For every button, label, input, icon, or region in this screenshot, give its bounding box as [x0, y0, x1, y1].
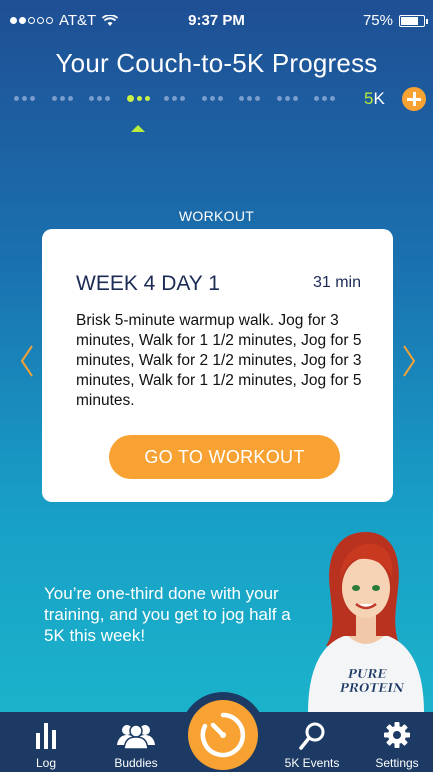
week-dots-3[interactable] [89, 96, 110, 101]
status-bar: AT&T 9:37 PM 75% [0, 0, 433, 40]
week-dots-2[interactable] [51, 96, 73, 101]
tab-label-settings: Settings [375, 756, 419, 770]
week-dots-6[interactable] [201, 96, 223, 101]
day-dot [276, 96, 282, 101]
day-dot [201, 96, 207, 101]
add-button[interactable] [402, 87, 426, 111]
day-dot [14, 96, 19, 101]
coach-avatar: PURE PROTEIN [308, 532, 424, 713]
current-week-marker-icon [131, 125, 145, 132]
tab-label-buddies: Buddies [114, 756, 158, 770]
timer-button-wrapper [180, 692, 266, 772]
day-dot [322, 96, 327, 101]
day-dot [180, 96, 185, 101]
day-dot [105, 96, 110, 101]
bar-chart-icon [36, 723, 56, 749]
day-dot [247, 96, 252, 101]
shirt-logo-line2: PROTEIN [339, 681, 405, 695]
page-title: Your Couch-to-5K Progress [55, 48, 378, 78]
day-dot [255, 96, 260, 101]
day-dot [22, 96, 27, 101]
battery-percent: 75% [362, 12, 393, 29]
day-dot [217, 96, 223, 101]
tab-buddies[interactable]: Buddies [104, 712, 168, 772]
week-dots-9[interactable] [314, 96, 335, 101]
progress-tracker[interactable]: 5K [14, 86, 426, 116]
day-dot [292, 96, 298, 101]
day-dot [67, 96, 73, 101]
tab-5k-events[interactable]: 5K Events [272, 712, 352, 772]
day-dot [284, 96, 290, 101]
day-dot [97, 96, 102, 101]
day-dot [239, 96, 244, 101]
buddies-icon [117, 724, 155, 749]
day-dot [30, 96, 35, 101]
gear-icon [384, 722, 410, 748]
goal-label: 5K [364, 89, 385, 109]
day-dot [144, 96, 150, 101]
motivation-message: You’re one-third done with your training… [44, 584, 291, 645]
day-dot [314, 96, 319, 101]
tab-label-log: Log [35, 756, 57, 770]
week-dots-5[interactable] [164, 96, 185, 101]
day-dot [51, 96, 57, 101]
goal-label-unit: K [373, 89, 385, 108]
day-dot [136, 96, 142, 101]
day-dot [172, 96, 177, 101]
day-dot [164, 96, 169, 101]
tab-log[interactable]: Log [18, 712, 74, 772]
previous-workout-chevron-icon[interactable] [20, 344, 34, 378]
workout-duration: 31 min [312, 274, 361, 291]
day-dot [330, 96, 335, 101]
week-dots-4[interactable] [126, 95, 150, 102]
go-to-workout-button[interactable]: GO TO WORKOUT [109, 435, 340, 479]
timer-icon [200, 712, 246, 758]
day-dot [126, 95, 134, 102]
workout-description: Brisk 5-minute warmup walk. Jog for 3 mi… [76, 312, 362, 409]
battery-icon [399, 14, 428, 27]
day-dot [59, 96, 65, 101]
start-timer-button[interactable] [188, 700, 258, 770]
search-pin-icon [299, 722, 325, 750]
workout-card: WEEK 4 DAY 1 31 min Brisk 5-minute warmu… [42, 229, 393, 502]
status-right: 75% [362, 12, 428, 29]
shirt-logo-line1: PURE [347, 667, 387, 681]
tab-settings[interactable]: Settings [366, 712, 428, 772]
next-workout-chevron-icon[interactable] [402, 344, 416, 378]
week-dots-8[interactable] [276, 96, 298, 101]
workout-section-label: WORKOUT [178, 208, 255, 224]
tab-label-5k-events: 5K Events [284, 756, 340, 770]
week-dots-1[interactable] [14, 96, 35, 101]
day-dot [209, 96, 215, 101]
week-dots-7[interactable] [239, 96, 260, 101]
day-dot [89, 96, 94, 101]
workout-title: WEEK 4 DAY 1 [76, 272, 220, 295]
battery-fill [401, 16, 418, 25]
